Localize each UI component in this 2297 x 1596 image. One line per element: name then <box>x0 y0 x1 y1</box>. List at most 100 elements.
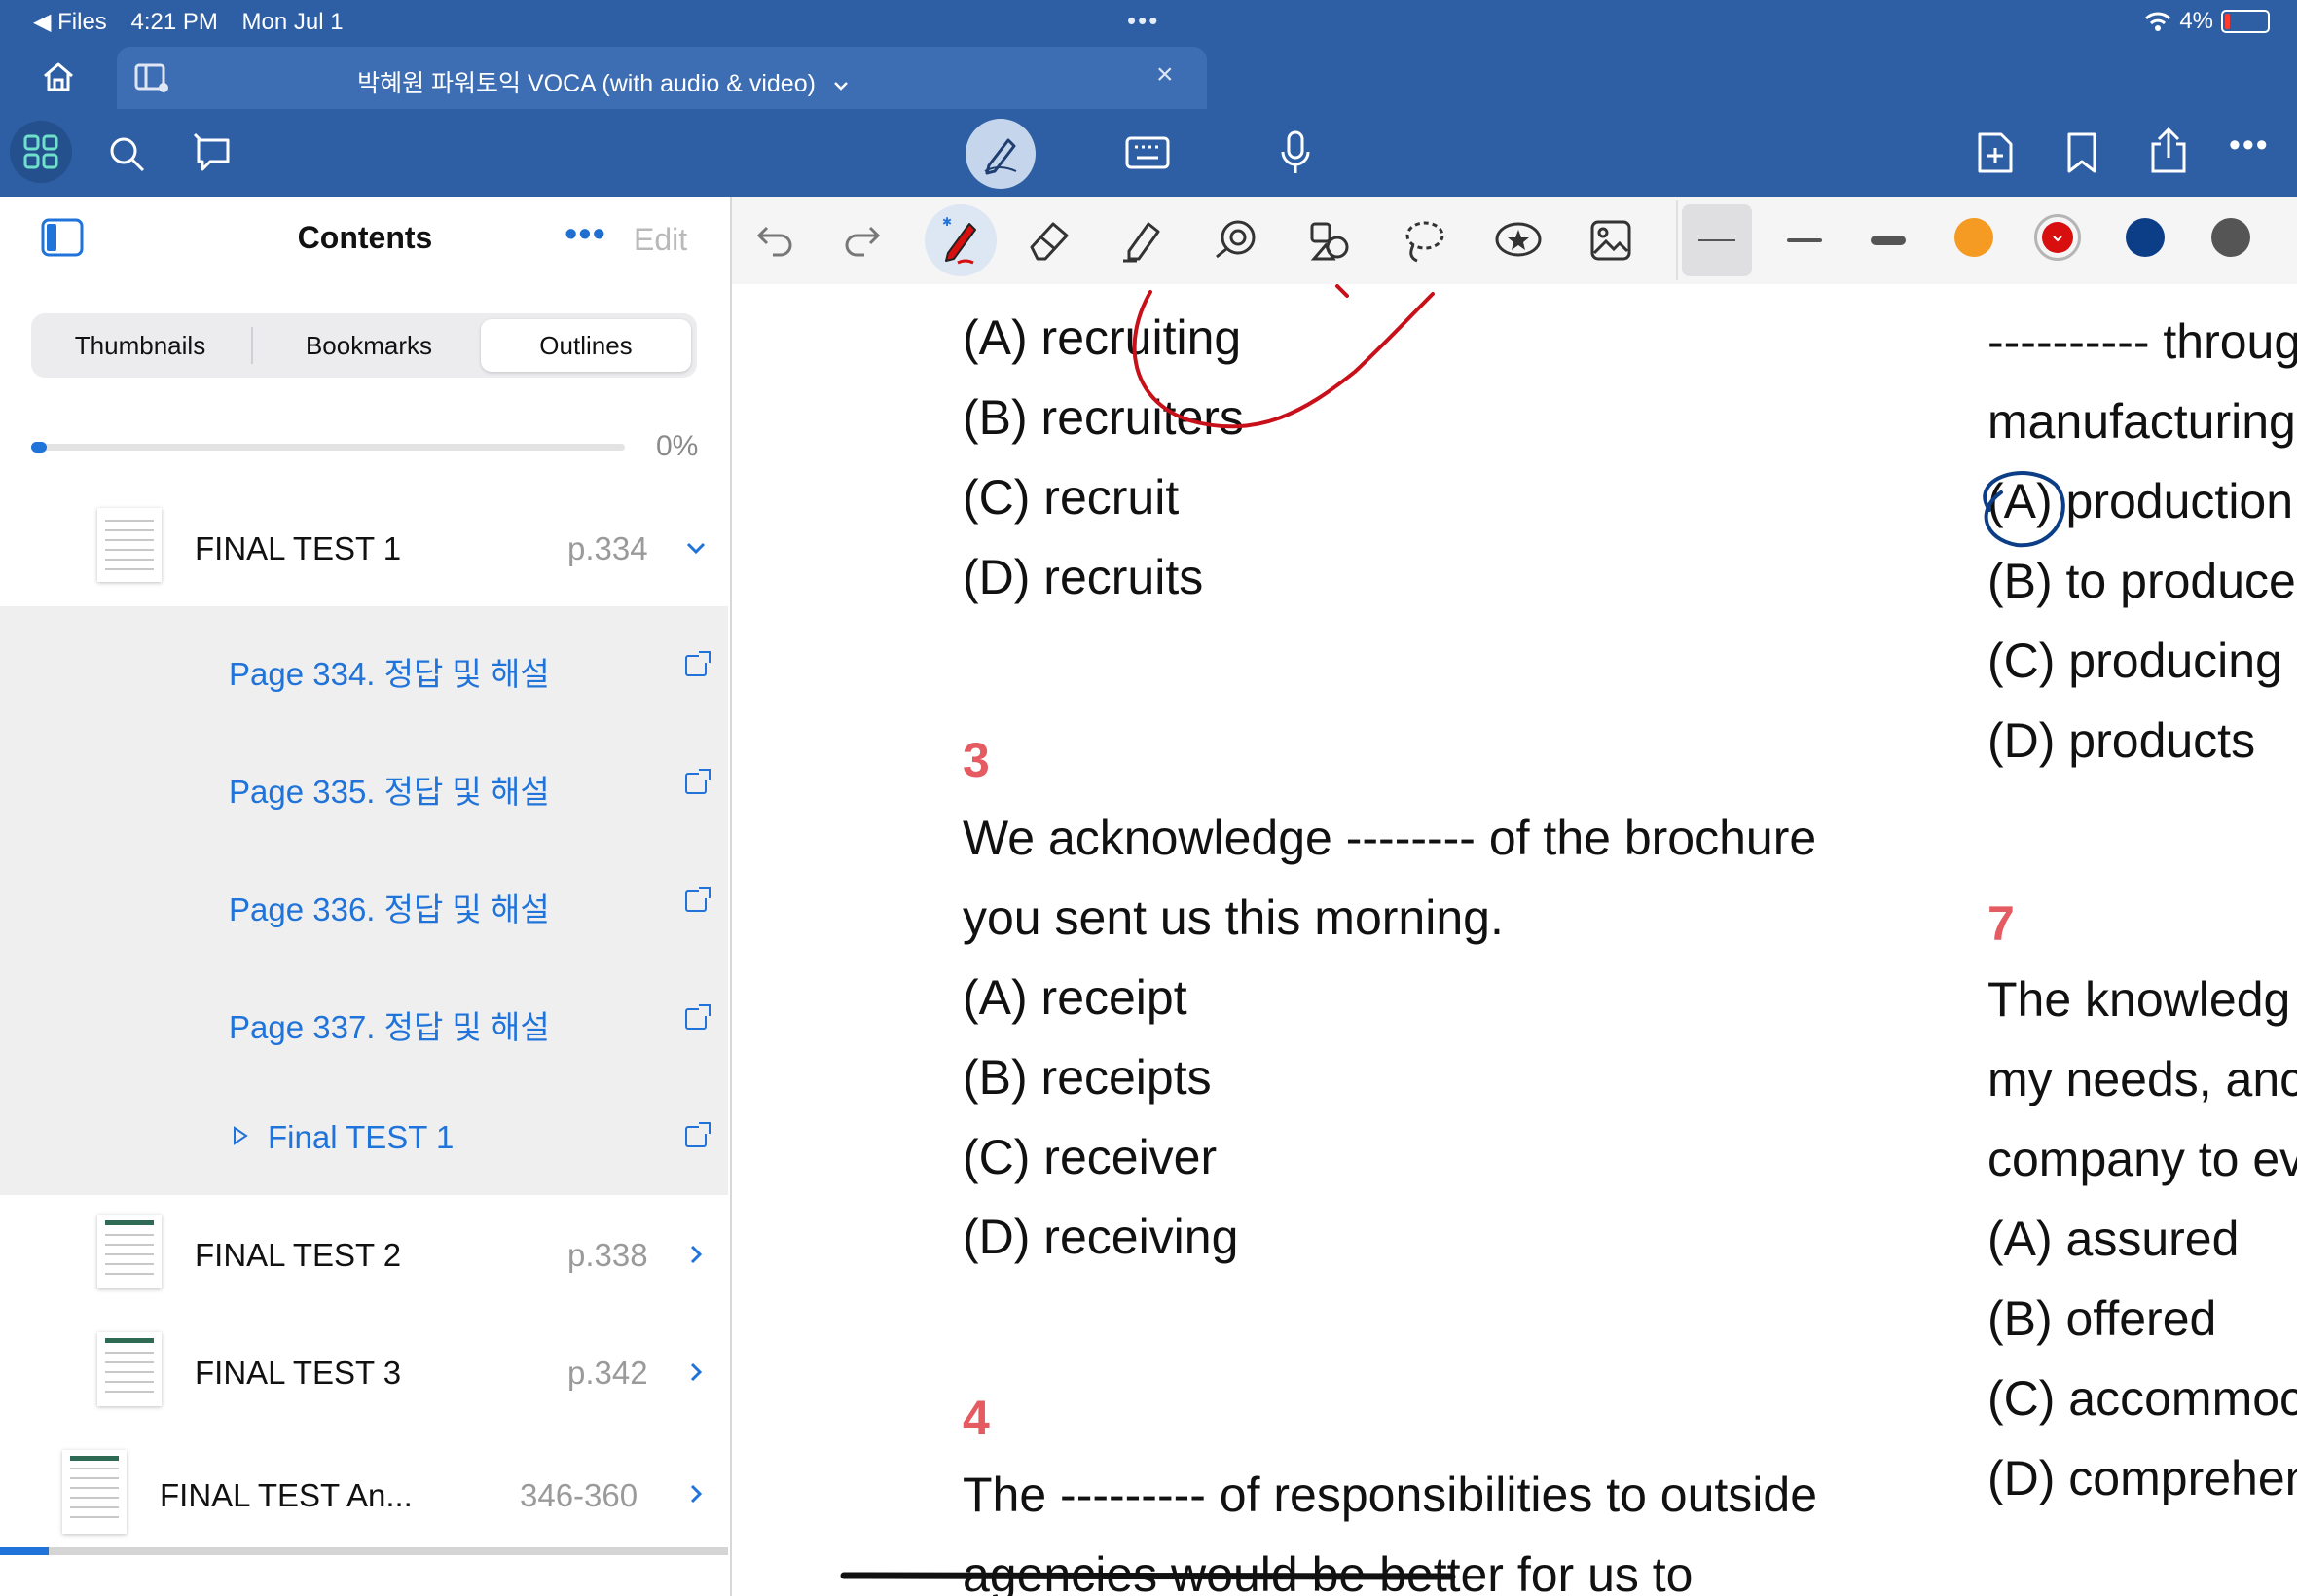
outline-subitem-label[interactable]: Page 337. 정답 및 해설 <box>229 1001 550 1048</box>
eraser-icon[interactable] <box>1026 218 1073 263</box>
segment-bookmarks[interactable]: Bookmarks <box>261 319 477 372</box>
stroke-thick-icon <box>1871 236 1906 245</box>
wifi-icon <box>2145 12 2171 31</box>
sidebar-scroll-indicator[interactable] <box>0 1547 49 1555</box>
red-ink-tick <box>1335 284 1349 298</box>
disclosure-triangle-icon[interactable] <box>232 1126 249 1145</box>
page-thumbnail <box>97 1215 162 1288</box>
reading-progress-track <box>31 444 625 451</box>
undo-icon[interactable] <box>755 222 796 257</box>
highlighter-icon[interactable] <box>1119 216 1166 265</box>
outline-item-label: FINAL TEST 3 <box>195 1355 402 1391</box>
status-time: 4:21 PM <box>130 9 218 35</box>
add-page-icon[interactable] <box>1976 130 2015 175</box>
outline-subitem-label[interactable]: Page 336. 정답 및 해설 <box>229 884 550 930</box>
pen-icon <box>984 138 1017 175</box>
color-swatch-gray[interactable] <box>2211 218 2250 257</box>
outline-item-final-test-2[interactable]: FINAL TEST 2 p.338 <box>0 1195 728 1315</box>
svg-text:✱: ✱ <box>942 215 952 229</box>
outline-subitem-final-test-1[interactable]: Final TEST 1 <box>0 1077 728 1197</box>
color-swatch-orange[interactable] <box>1954 218 1993 257</box>
share-icon[interactable] <box>2147 127 2190 175</box>
stroke-thin-button[interactable] <box>1682 204 1752 276</box>
outline-subitem-page-334[interactable]: Page 334. 정답 및 해설 <box>0 606 728 726</box>
chevron-right-icon[interactable] <box>689 1361 703 1383</box>
multitasking-dots[interactable]: ••• <box>1127 6 1159 36</box>
reading-progress-label: 0% <box>656 430 699 462</box>
status-bar-left: ◀ Files 4:21 PM Mon Jul 1 <box>33 8 361 36</box>
battery-icon <box>2221 10 2270 33</box>
red-ink-stroke <box>1132 290 1435 429</box>
outline-item-label: FINAL TEST 2 <box>195 1237 402 1273</box>
document-page[interactable]: (A) recruiting (B) recruiters (C) recrui… <box>732 284 2297 1596</box>
outline-sidebar: Contents ••• Edit Thumbnails Bookmarks O… <box>0 197 732 1596</box>
segment-thumbnails[interactable]: Thumbnails <box>37 319 243 372</box>
lasso-icon[interactable] <box>1400 216 1448 265</box>
segment-outlines[interactable]: Outlines <box>481 319 691 372</box>
grid-view-button[interactable] <box>10 121 72 183</box>
outline-item-page: p.338 <box>567 1237 648 1273</box>
outline-item-final-test-answers[interactable]: FINAL TEST An... 346-360 <box>0 1431 728 1548</box>
outline-subitem-label[interactable]: Final TEST 1 <box>268 1119 454 1156</box>
sidebar-edit-button[interactable]: Edit <box>634 222 687 258</box>
outline-item-final-test-3[interactable]: FINAL TEST 3 p.342 <box>0 1313 728 1433</box>
outline-subitem-label[interactable]: Page 334. 정답 및 해설 <box>229 648 550 695</box>
outline-subitem-page-336[interactable]: Page 336. 정답 및 해설 <box>0 842 728 961</box>
outline-item-final-test-1[interactable]: FINAL TEST 1 p.334 <box>0 489 728 608</box>
external-link-icon[interactable] <box>685 1122 711 1147</box>
keyboard-icon[interactable] <box>1125 136 1170 169</box>
tab-title[interactable]: 박혜원 파워토익 VOCA (with audio & video) <box>117 64 1090 99</box>
search-icon[interactable] <box>107 134 146 173</box>
page-thumbnail <box>97 508 162 582</box>
toolbar-divider <box>1676 200 1678 280</box>
page-thumbnail <box>97 1332 162 1406</box>
chevron-right-icon[interactable] <box>689 1244 703 1265</box>
external-link-icon[interactable] <box>685 887 711 912</box>
outline-subitem-page-337[interactable]: Page 337. 정답 및 해설 <box>0 960 728 1079</box>
image-insert-icon[interactable] <box>1588 218 1633 263</box>
external-link-icon[interactable] <box>685 769 711 794</box>
external-link-icon[interactable] <box>685 1004 711 1030</box>
outline-item-label: FINAL TEST 1 <box>195 530 402 566</box>
grid-icon <box>23 134 58 169</box>
shape-tool-icon[interactable] <box>1213 216 1261 265</box>
battery-percent: 4% <box>2179 8 2213 34</box>
stroke-medium-button[interactable] <box>1777 220 1834 261</box>
chevron-right-icon[interactable] <box>689 1483 703 1505</box>
segment-divider <box>251 327 253 364</box>
stroke-thin-icon <box>1698 239 1735 241</box>
back-to-app-link[interactable]: ◀ Files <box>33 9 107 35</box>
outline-item-page: 346-360 <box>520 1477 638 1513</box>
stroke-medium-icon <box>1787 238 1822 242</box>
external-link-icon[interactable] <box>685 651 711 676</box>
sidebar-more-icon[interactable]: ••• <box>565 214 606 256</box>
chevron-down-icon <box>2053 236 2062 242</box>
elements-tool-icon[interactable] <box>1306 216 1355 265</box>
home-icon[interactable] <box>41 60 76 93</box>
chevron-down-icon[interactable] <box>685 541 707 555</box>
comment-icon[interactable] <box>191 130 236 175</box>
pen-tool-button[interactable]: ✱ <box>925 204 997 276</box>
reading-progress-fill <box>31 442 47 453</box>
color-swatch-red-selected[interactable] <box>2034 214 2081 261</box>
pen-mode-button[interactable] <box>966 119 1036 189</box>
close-tab-icon[interactable]: × <box>1156 58 1174 91</box>
pen-tool-icon: ✱ <box>942 215 976 265</box>
page-thumbnail <box>62 1450 127 1534</box>
bookmark-icon[interactable] <box>2065 130 2098 175</box>
blue-ink-circle <box>1983 471 2065 548</box>
outline-item-page: p.342 <box>567 1355 648 1391</box>
sticker-icon[interactable] <box>1493 218 1544 263</box>
ink-annotations <box>840 284 2065 1580</box>
document-tab[interactable]: 박혜원 파워토익 VOCA (with audio & video) × <box>117 47 1207 109</box>
outline-item-label: FINAL TEST An... <box>160 1477 413 1513</box>
status-date: Mon Jul 1 <box>241 9 344 35</box>
microphone-icon[interactable] <box>1279 130 1312 175</box>
color-swatch-navy[interactable] <box>2126 218 2165 257</box>
more-options-icon[interactable]: ••• <box>2229 127 2270 164</box>
outline-subitem-label[interactable]: Page 335. 정답 및 해설 <box>229 766 550 813</box>
redo-icon[interactable] <box>841 222 882 257</box>
black-ink-strike <box>840 1572 1456 1580</box>
outline-subitem-page-335[interactable]: Page 335. 정답 및 해설 <box>0 724 728 844</box>
stroke-thick-button[interactable] <box>1861 220 1917 261</box>
